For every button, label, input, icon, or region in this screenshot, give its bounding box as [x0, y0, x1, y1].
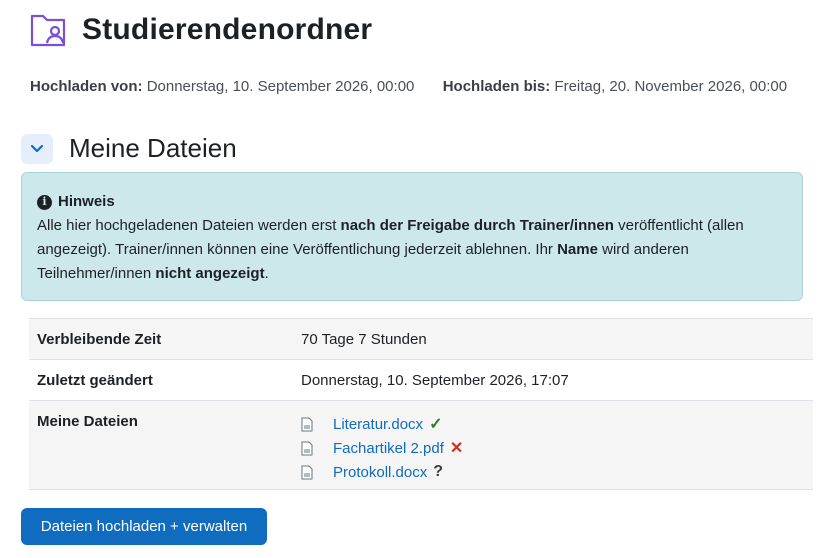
notice-title: Hinweis: [58, 193, 115, 210]
table-row: Verbleibende Zeit 70 Tage 7 Stunden: [29, 319, 813, 360]
upload-to-label: Hochladen bis:: [442, 78, 551, 95]
submission-status-table: Verbleibende Zeit 70 Tage 7 Stunden Zule…: [29, 318, 813, 490]
cross-icon: ✕: [449, 440, 464, 457]
notice-text: Alle hier hochgeladenen Dateien werden e…: [37, 217, 744, 282]
page-title: Studierendenordner: [82, 13, 373, 46]
upload-from-label: Hochladen von:: [30, 78, 143, 95]
file-link[interactable]: Protokoll.docx: [333, 464, 427, 481]
file-item: Protokoll.docx ?: [301, 460, 463, 484]
notice-box: i Hinweis Alle hier hochgeladenen Dateie…: [21, 172, 803, 301]
file-link[interactable]: Fachartikel 2.pdf: [333, 440, 444, 457]
upload-to-value: Freitag, 20. November 2026, 00:00: [554, 78, 788, 95]
check-icon: ✓: [429, 416, 443, 433]
document-icon: [301, 464, 315, 480]
question-icon: ?: [433, 463, 443, 480]
file-item: Fachartikel 2.pdf ✕: [301, 436, 463, 460]
row-label: Verbleibende Zeit: [37, 331, 162, 348]
section-toggle-button[interactable]: [21, 133, 53, 164]
document-icon: [301, 440, 315, 456]
row-label: Zuletzt geändert: [37, 372, 153, 389]
row-label: Meine Dateien: [37, 413, 138, 430]
section-title: Meine Dateien: [69, 133, 237, 163]
table-row: Meine Dateien Literatur.docx ✓ Fachartik…: [29, 401, 813, 490]
upload-manage-button[interactable]: Dateien hochladen + verwalten: [21, 508, 267, 545]
notice-heading: i Hinweis: [37, 192, 787, 212]
file-link[interactable]: Literatur.docx: [333, 416, 423, 433]
upload-dates: Hochladen von: Donnerstag, 10. September…: [30, 78, 787, 95]
chevron-down-icon: [30, 144, 44, 152]
info-icon: i: [37, 194, 52, 210]
row-value: 70 Tage 7 Stunden: [301, 331, 427, 348]
section-header: Meine Dateien: [21, 133, 237, 164]
page-header: Studierendenordner: [28, 10, 372, 50]
file-list: Literatur.docx ✓ Fachartikel 2.pdf ✕ Pro…: [293, 401, 463, 489]
upload-from-value: Donnerstag, 10. September 2026, 00:00: [146, 78, 415, 95]
row-value: Donnerstag, 10. September 2026, 17:07: [301, 372, 569, 389]
table-row: Zuletzt geändert Donnerstag, 10. Septemb…: [29, 360, 813, 401]
folder-user-icon: [28, 10, 68, 50]
document-icon: [301, 416, 315, 432]
file-item: Literatur.docx ✓: [301, 412, 463, 436]
